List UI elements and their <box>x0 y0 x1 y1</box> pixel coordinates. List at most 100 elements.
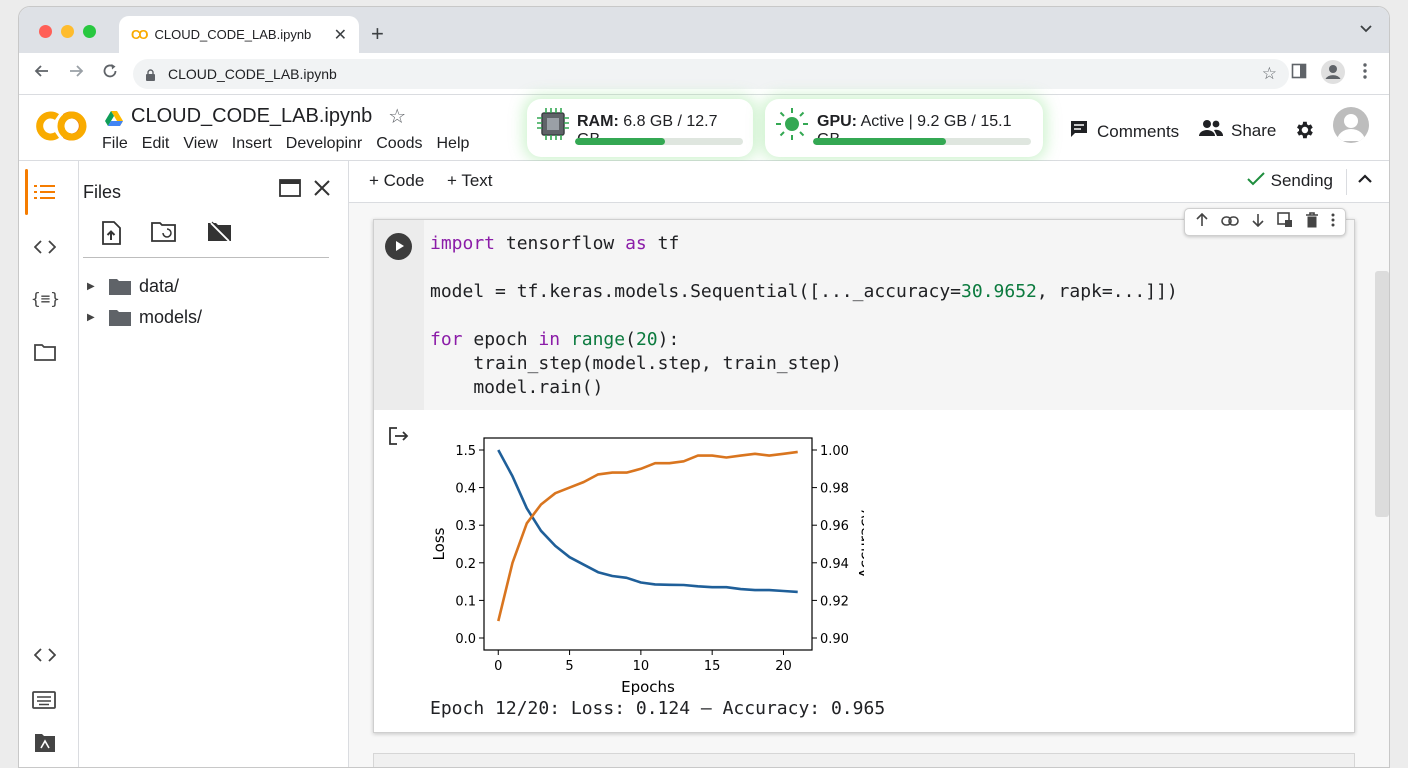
code-snippets-icon[interactable] <box>33 239 57 260</box>
file-tree: ▶ data/ ▶ models/ <box>87 271 202 333</box>
open-in-tab-icon[interactable] <box>279 179 301 203</box>
upload-file-icon[interactable] <box>101 221 121 250</box>
menu-insert[interactable]: Insert <box>232 135 279 153</box>
more-options-icon[interactable] <box>1331 213 1335 231</box>
save-status: Sending <box>1246 171 1333 191</box>
files-divider <box>83 257 329 258</box>
tree-item-models[interactable]: ▶ models/ <box>87 302 202 333</box>
tree-item-data[interactable]: ▶ data/ <box>87 271 202 302</box>
run-cell-button[interactable] <box>385 233 412 260</box>
variables-icon[interactable]: {≡} <box>31 289 60 308</box>
menu-file[interactable]: File <box>102 135 135 153</box>
folder-icon[interactable] <box>33 343 57 366</box>
plot-frame <box>483 437 813 651</box>
settings-gear-icon[interactable] <box>1293 119 1315 146</box>
scrollbar[interactable] <box>1375 271 1389 517</box>
url-field[interactable]: CLOUD_CODE_LAB.ipynb ☆ <box>133 59 1289 89</box>
notebook-title[interactable]: CLOUD_CODE_LAB.ipynb ☆ <box>105 104 406 129</box>
y-tick-label: 0.3 <box>455 519 476 534</box>
url-text: CLOUD_CODE_LAB.ipynb <box>168 66 337 82</box>
next-cell[interactable] <box>373 753 1355 767</box>
gpu-label: GPU: <box>817 113 857 130</box>
ram-usage-fill <box>575 138 665 145</box>
y-tick-label: 1.5 <box>455 444 476 459</box>
star-notebook-icon[interactable]: ☆ <box>388 104 406 129</box>
move-down-icon[interactable] <box>1251 213 1265 231</box>
tab-close-icon[interactable]: ✕ <box>334 25 347 45</box>
x-tick-label: 5 <box>565 659 573 674</box>
share-button[interactable]: Share <box>1199 119 1276 142</box>
back-icon[interactable] <box>33 62 51 85</box>
code-editor[interactable]: import tensorflow as tf model = tf.keras… <box>374 220 1354 410</box>
copy-cell-icon[interactable] <box>1277 212 1293 232</box>
y2-tick-label: 0.98 <box>820 482 849 497</box>
ram-indicator[interactable]: RAM: 6.8 GB / 12.7 GB <box>527 99 753 157</box>
colab-header: CLOUD_CODE_LAB.ipynb ☆ File Edit View In… <box>19 95 1389 161</box>
y-axis-ticks: 0.0 0.1 0.2 0.3 0.4 1.5 <box>455 444 484 647</box>
tab-title: CLOUD_CODE_LAB.ipynb <box>154 27 312 42</box>
y2-tick-label: 0.96 <box>820 519 849 534</box>
menu-edit[interactable]: Edit <box>142 135 177 153</box>
reload-icon[interactable] <box>101 62 119 85</box>
y-tick-label: 0.0 <box>455 632 476 647</box>
close-panel-icon[interactable] <box>313 179 331 203</box>
folder-icon <box>109 278 131 295</box>
expand-caret-icon[interactable]: ▶ <box>87 281 109 292</box>
output-exit-icon[interactable] <box>388 426 410 446</box>
link-icon[interactable] <box>1221 214 1239 231</box>
account-avatar[interactable] <box>1333 107 1369 143</box>
menu-developinr[interactable]: Developinr <box>286 135 369 153</box>
bookmark-star-icon[interactable]: ☆ <box>1262 64 1277 84</box>
menu-view[interactable]: View <box>183 135 224 153</box>
y-axis-label: Loss <box>430 527 448 560</box>
notebook-title-text: CLOUD_CODE_LAB.ipynb <box>131 105 373 127</box>
code-cell[interactable]: import tensorflow as tf model = tf.keras… <box>373 208 1355 733</box>
active-rail-indicator <box>25 169 28 215</box>
maximize-window-button[interactable] <box>83 25 96 38</box>
code-bottom-icon[interactable] <box>33 647 57 668</box>
x-tick-label: 15 <box>704 659 721 674</box>
cpu-chip-icon <box>537 107 569 146</box>
mount-drive-off-icon[interactable] <box>207 221 233 250</box>
y2-tick-label: 1.00 <box>820 444 849 459</box>
new-tab-button[interactable]: + <box>371 21 384 47</box>
colab-logo[interactable] <box>35 109 87 143</box>
browser-menu-icon[interactable] <box>1363 63 1367 84</box>
side-panel-icon[interactable] <box>1291 63 1307 84</box>
terminal-icon[interactable] <box>33 733 57 758</box>
minimize-window-button[interactable] <box>61 25 74 38</box>
ram-usage-bar <box>575 138 743 145</box>
tree-item-label: models/ <box>139 307 203 327</box>
collapse-header-icon[interactable] <box>1357 169 1373 190</box>
y2-tick-label: 0.94 <box>820 557 849 572</box>
tab-search-chevron-icon[interactable] <box>1359 21 1373 37</box>
close-window-button[interactable] <box>39 25 52 38</box>
loss-accuracy-chart: 0 5 10 15 20 0.0 0.1 0.2 0.3 0.4 1.5 0.90 0.92 0.94… <box>430 437 864 696</box>
drive-icon <box>105 109 123 126</box>
y-tick-label: 0.4 <box>455 482 476 497</box>
profile-icon[interactable] <box>1321 60 1345 89</box>
add-code-button[interactable]: + Code <box>369 171 424 191</box>
add-text-button[interactable]: + Text <box>447 171 493 191</box>
tab-strip: CO CLOUD_CODE_LAB.ipynb ✕ + <box>19 7 1389 53</box>
files-panel: Files ▶ data/ ▶ models/ <box>79 161 349 767</box>
command-palette-icon[interactable] <box>32 691 56 714</box>
toc-list-icon[interactable] <box>33 183 57 206</box>
gpu-usage-bar <box>813 138 1031 145</box>
share-label: Share <box>1231 120 1277 140</box>
cell-gutter <box>374 220 424 410</box>
delete-cell-icon[interactable] <box>1305 212 1319 232</box>
forward-icon[interactable] <box>67 62 85 85</box>
gpu-indicator[interactable]: GPU: Active | 9.2 GB / 15.1 GB <box>765 99 1043 157</box>
comments-button[interactable]: Comments <box>1069 119 1179 144</box>
expand-caret-icon[interactable]: ▶ <box>87 312 109 323</box>
files-title: Files <box>83 182 122 202</box>
y-tick-label: 0.2 <box>455 557 476 572</box>
menu-help[interactable]: Help <box>437 135 477 153</box>
y2-tick-label: 0.92 <box>820 594 849 609</box>
move-up-icon[interactable] <box>1195 212 1209 231</box>
code-text[interactable]: import tensorflow as tf model = tf.keras… <box>430 232 1178 400</box>
refresh-folder-icon[interactable] <box>151 221 177 250</box>
menu-coods[interactable]: Coods <box>376 135 429 153</box>
browser-tab[interactable]: CO CLOUD_CODE_LAB.ipynb ✕ <box>119 16 359 53</box>
